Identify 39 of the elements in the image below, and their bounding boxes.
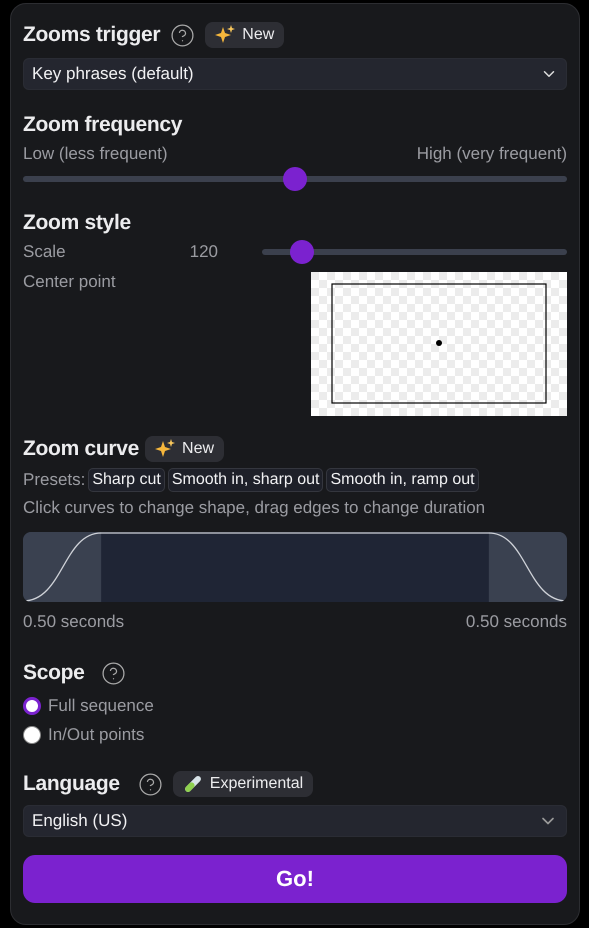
preset-button[interactable]: Sharp cut: [88, 468, 165, 492]
help-icon[interactable]: [170, 22, 196, 48]
presets-label: Presets:: [23, 470, 86, 490]
section-title: Zooms trigger: [23, 23, 160, 47]
scale-slider[interactable]: [262, 240, 567, 264]
help-icon[interactable]: [138, 772, 163, 796]
badge-text: New: [242, 26, 274, 44]
trigger-select[interactable]: Key phrases (default): [23, 58, 567, 90]
go-button[interactable]: Go!: [23, 855, 567, 903]
badge-text: Experimental: [210, 775, 304, 793]
center-point-label: Center point: [23, 272, 116, 292]
radio-label: In/Out points: [48, 724, 144, 744]
slider-thumb[interactable]: [290, 240, 314, 264]
language-select[interactable]: English (US): [23, 805, 567, 837]
radio-label: Full sequence: [48, 696, 154, 716]
slider-max-label: High (very frequent): [416, 144, 567, 164]
preset-button[interactable]: Smooth in, sharp out: [168, 468, 324, 492]
help-icon[interactable]: [100, 660, 126, 686]
section-title: Scope: [23, 661, 85, 685]
zoom-curve-editor[interactable]: [23, 532, 567, 602]
radio-button[interactable]: [23, 696, 41, 714]
curve-hint: Click curves to change shape, drag edges to change duration: [23, 498, 486, 518]
sparkles-icon: [155, 439, 176, 459]
frequency-slider[interactable]: [23, 167, 567, 191]
scale-label: Scale: [23, 242, 66, 262]
radio-button[interactable]: [23, 726, 41, 744]
preset-button[interactable]: Smooth in, ramp out: [326, 468, 479, 492]
scale-value: 120: [190, 242, 218, 262]
slider-min-label: Low (less frequent): [23, 144, 168, 164]
section-title: Language: [23, 772, 120, 796]
section-title: Zoom curve: [23, 437, 140, 461]
section-title: Zoom style: [23, 211, 131, 235]
center-point-preview[interactable]: [311, 272, 567, 416]
section-title: Zoom frequency: [23, 113, 182, 137]
sparkles-icon: [215, 25, 236, 45]
slider-thumb[interactable]: [283, 167, 307, 191]
badge-text: New: [182, 440, 214, 458]
ease-out-duration: 0.50 seconds: [466, 612, 567, 632]
ease-in-duration: 0.50 seconds: [23, 612, 124, 632]
